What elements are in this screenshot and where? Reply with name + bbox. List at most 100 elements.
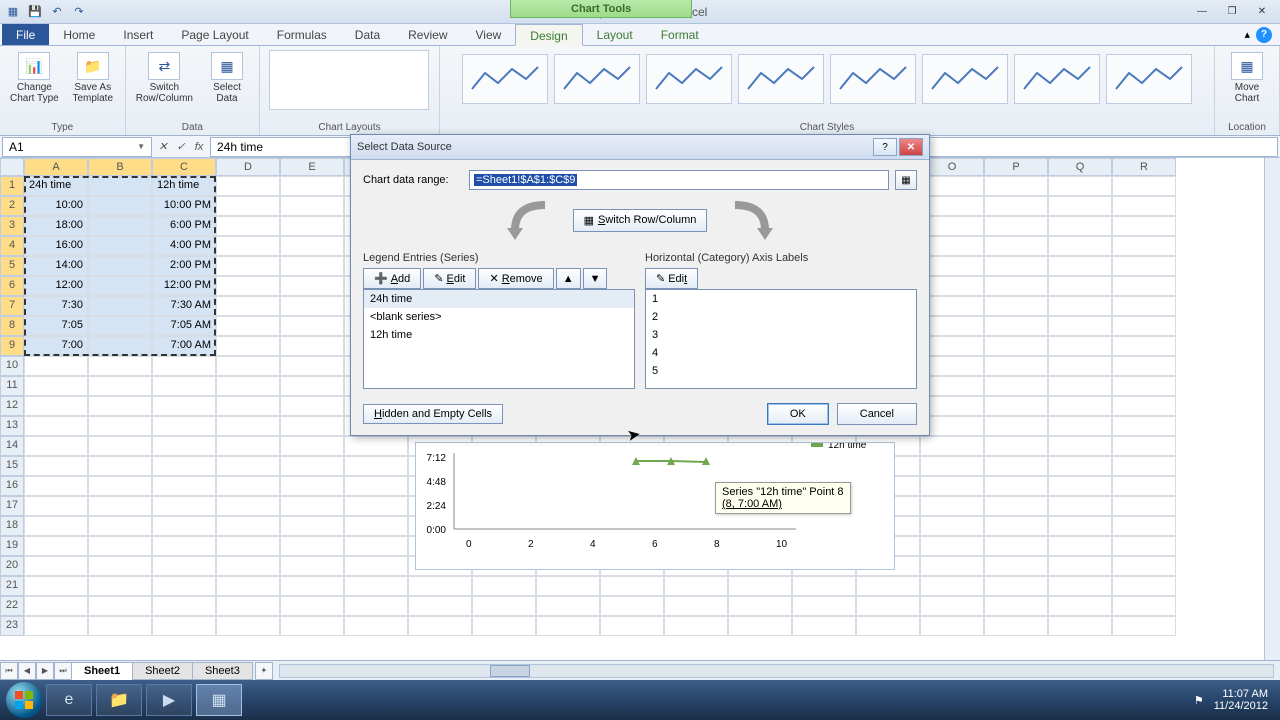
system-tray[interactable]: ⚑ 11:07 AM 11/24/2012 bbox=[1194, 688, 1274, 712]
cell[interactable]: 12:00 bbox=[24, 276, 88, 296]
column-header[interactable]: Q bbox=[1048, 158, 1112, 176]
cell[interactable] bbox=[728, 576, 792, 596]
cell[interactable]: 12:00 PM bbox=[152, 276, 216, 296]
cell[interactable] bbox=[216, 396, 280, 416]
row-header[interactable]: 2 bbox=[0, 196, 24, 216]
cell[interactable] bbox=[152, 496, 216, 516]
cell[interactable] bbox=[88, 216, 152, 236]
cell[interactable]: 18:00 bbox=[24, 216, 88, 236]
save-icon[interactable]: 💾 bbox=[26, 3, 44, 21]
cell[interactable] bbox=[408, 596, 472, 616]
cell[interactable] bbox=[1048, 376, 1112, 396]
cell[interactable] bbox=[152, 556, 216, 576]
cell[interactable] bbox=[216, 456, 280, 476]
taskbar-excel-icon[interactable]: ▦ bbox=[196, 684, 242, 716]
tab-design[interactable]: Design bbox=[515, 24, 582, 46]
cell[interactable] bbox=[984, 496, 1048, 516]
cell[interactable] bbox=[984, 396, 1048, 416]
cell[interactable] bbox=[88, 436, 152, 456]
list-item[interactable]: 24h time bbox=[364, 290, 634, 308]
tab-review[interactable]: Review bbox=[394, 24, 461, 45]
cell[interactable] bbox=[280, 256, 344, 276]
row-header[interactable]: 12 bbox=[0, 396, 24, 416]
row-header[interactable]: 16 bbox=[0, 476, 24, 496]
cell[interactable] bbox=[1048, 356, 1112, 376]
cell[interactable] bbox=[1048, 476, 1112, 496]
cell[interactable] bbox=[1048, 536, 1112, 556]
column-header[interactable]: P bbox=[984, 158, 1048, 176]
cell[interactable] bbox=[856, 596, 920, 616]
tab-layout[interactable]: Layout bbox=[583, 24, 647, 45]
cell[interactable] bbox=[984, 476, 1048, 496]
cell[interactable] bbox=[1048, 276, 1112, 296]
row-header[interactable]: 4 bbox=[0, 236, 24, 256]
cell[interactable] bbox=[856, 616, 920, 636]
cell[interactable] bbox=[152, 396, 216, 416]
taskbar-media-icon[interactable]: ▶ bbox=[146, 684, 192, 716]
series-move-up-button[interactable]: ▲ bbox=[556, 268, 581, 289]
cell[interactable] bbox=[920, 616, 984, 636]
row-header[interactable]: 5 bbox=[0, 256, 24, 276]
vertical-scrollbar[interactable] bbox=[1264, 158, 1280, 660]
cell[interactable] bbox=[1048, 556, 1112, 576]
cell[interactable] bbox=[1112, 236, 1176, 256]
fx-icon[interactable]: fx bbox=[190, 138, 208, 156]
row-header[interactable]: 1 bbox=[0, 176, 24, 196]
cell[interactable] bbox=[600, 596, 664, 616]
chart-data-range-input[interactable]: =Sheet1!$A$1:$C$9 bbox=[469, 170, 889, 190]
cell[interactable] bbox=[1112, 616, 1176, 636]
category-list[interactable]: 1 2 3 4 5 bbox=[645, 289, 917, 389]
cell[interactable]: 6:00 PM bbox=[152, 216, 216, 236]
row-header[interactable]: 7 bbox=[0, 296, 24, 316]
cell[interactable] bbox=[24, 576, 88, 596]
cell[interactable] bbox=[344, 576, 408, 596]
cell[interactable] bbox=[984, 576, 1048, 596]
cell[interactable] bbox=[24, 356, 88, 376]
switch-row-column-button[interactable]: ▦ Switch Row/Column bbox=[573, 209, 708, 232]
cell[interactable] bbox=[216, 256, 280, 276]
cell[interactable] bbox=[920, 476, 984, 496]
row-header[interactable]: 13 bbox=[0, 416, 24, 436]
cell[interactable] bbox=[152, 516, 216, 536]
cell[interactable] bbox=[24, 596, 88, 616]
cell[interactable] bbox=[920, 596, 984, 616]
row-header[interactable]: 20 bbox=[0, 556, 24, 576]
cell[interactable] bbox=[152, 356, 216, 376]
cell[interactable] bbox=[1048, 436, 1112, 456]
cell[interactable] bbox=[344, 476, 408, 496]
axis-edit-button[interactable]: ✎Edit bbox=[645, 268, 698, 289]
new-sheet-icon[interactable]: ✦ bbox=[255, 662, 273, 680]
cell[interactable] bbox=[920, 496, 984, 516]
column-header[interactable]: D bbox=[216, 158, 280, 176]
cell[interactable]: 7:05 AM bbox=[152, 316, 216, 336]
column-header[interactable]: R bbox=[1112, 158, 1176, 176]
cell[interactable] bbox=[24, 456, 88, 476]
cell[interactable] bbox=[1048, 496, 1112, 516]
cell[interactable]: 7:30 AM bbox=[152, 296, 216, 316]
cell[interactable] bbox=[984, 236, 1048, 256]
cell[interactable] bbox=[344, 516, 408, 536]
cell[interactable] bbox=[1112, 316, 1176, 336]
cell[interactable] bbox=[280, 556, 344, 576]
sheet-tab[interactable]: Sheet2 bbox=[132, 662, 193, 680]
cell[interactable]: 4:00 PM bbox=[152, 236, 216, 256]
cell[interactable] bbox=[24, 376, 88, 396]
cell[interactable] bbox=[1112, 556, 1176, 576]
cell[interactable] bbox=[1048, 256, 1112, 276]
cell[interactable] bbox=[24, 516, 88, 536]
cell[interactable]: 2:00 PM bbox=[152, 256, 216, 276]
cell[interactable] bbox=[1112, 276, 1176, 296]
cell[interactable] bbox=[1112, 396, 1176, 416]
sheet-tab[interactable]: Sheet3 bbox=[192, 662, 253, 680]
dialog-titlebar[interactable]: Select Data Source ? ✕ bbox=[351, 135, 929, 160]
dialog-close-icon[interactable]: ✕ bbox=[899, 138, 923, 156]
cell[interactable] bbox=[792, 576, 856, 596]
sheet-tab[interactable]: Sheet1 bbox=[71, 662, 133, 680]
prev-sheet-icon[interactable]: ◀ bbox=[18, 662, 36, 680]
cell[interactable] bbox=[152, 436, 216, 456]
cell[interactable] bbox=[280, 496, 344, 516]
list-item[interactable]: 3 bbox=[646, 326, 916, 344]
cell[interactable] bbox=[728, 616, 792, 636]
cell[interactable] bbox=[24, 616, 88, 636]
cell[interactable] bbox=[1048, 176, 1112, 196]
